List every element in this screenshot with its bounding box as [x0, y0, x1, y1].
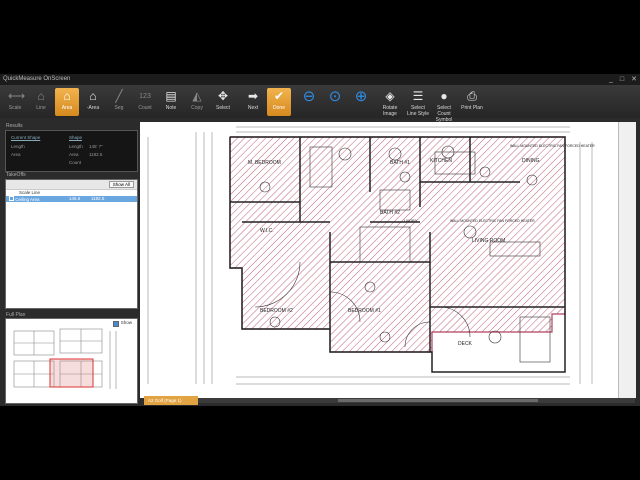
- show-all-button[interactable]: Show All: [108, 181, 134, 188]
- room-label: DECK: [458, 341, 473, 347]
- zoom-fit-icon: ⊙: [328, 88, 342, 105]
- plan-canvas[interactable]: M. BEDROOM W.I.C. BATH #1 BATH #2 KITCHE…: [140, 122, 635, 398]
- room-label: BATH #2: [380, 210, 400, 216]
- app-window: QuickMeasure OnScreen _ □ ✕ ⟷ Scale ⌂ Li…: [0, 74, 640, 406]
- length-value: 145' 7": [89, 144, 103, 149]
- room-label: DINING: [522, 158, 540, 164]
- tool-zoom-out[interactable]: ⊖: [297, 88, 321, 116]
- tool-select[interactable]: ✥ Select: [211, 88, 235, 116]
- line-style-icon: ☰: [412, 89, 424, 103]
- sheet-tab[interactable]: A2 Golf (Page 1): [144, 396, 198, 405]
- takeoffs-panel: Show All Scale Line Ceiling Area 145.6 1…: [5, 179, 138, 309]
- tool-copy[interactable]: ◭ Copy: [185, 88, 209, 116]
- room-label: BEDROOM #2: [260, 308, 293, 314]
- area-label-2: Area: [69, 152, 79, 157]
- tool-line-style[interactable]: ☰ Select Line Style: [406, 88, 430, 118]
- area-label: Area: [11, 152, 21, 157]
- maximize-button[interactable]: □: [620, 74, 624, 85]
- takeoffs-title: TakeOffs: [6, 172, 26, 178]
- title-bar: QuickMeasure OnScreen _ □ ✕: [0, 74, 640, 85]
- note-icon: ▤: [165, 89, 177, 103]
- plan-note: WALL MOUNTED ELECTRIC FAN FORCED HEATER: [450, 219, 535, 223]
- horizontal-scrollbar[interactable]: [198, 398, 635, 403]
- takeoffs-header: Show All: [6, 180, 137, 190]
- ceiling-area-polygon: [229, 136, 566, 353]
- results-panel: Current Shape Shape Length Length 145' 7…: [5, 130, 138, 172]
- results-title: Results: [6, 123, 23, 129]
- tool-note[interactable]: ▤ Note: [159, 88, 183, 116]
- full-plan-thumbnail: [13, 328, 117, 389]
- plan-note: WALL MOUNTED ELECTRIC FAN FORCED HEATER: [510, 144, 595, 148]
- current-shape-value: Shape: [69, 135, 83, 140]
- floor-plan-drawing[interactable]: M. BEDROOM W.I.C. BATH #1 BATH #2 KITCHE…: [140, 122, 635, 398]
- tool-next[interactable]: ➡ Next: [241, 88, 265, 116]
- line-icon: ⌂: [37, 89, 45, 103]
- tool-rotate-image[interactable]: ◈ Rotate Image: [378, 88, 402, 118]
- select-icon: ✥: [217, 89, 229, 103]
- tool-count[interactable]: 123 Count: [133, 88, 157, 116]
- room-label: KITCHEN: [430, 158, 452, 164]
- takeoff-row[interactable]: Ceiling Area 145.6 1182.5: [6, 196, 137, 202]
- minimize-button[interactable]: _: [609, 74, 613, 85]
- tool-line[interactable]: ⌂ Line: [29, 88, 53, 116]
- row-checkbox[interactable]: [9, 196, 14, 201]
- rotate-icon: ◈: [385, 89, 395, 103]
- room-label: LNDRY: [404, 218, 418, 223]
- count-label: Count: [69, 160, 82, 165]
- area-value: 1182.5: [89, 152, 103, 157]
- room-label: M. BEDROOM: [248, 160, 281, 166]
- tool-print-plan[interactable]: ⎙ Print Plan: [460, 88, 484, 116]
- tool-zoom-in[interactable]: ⊕: [349, 88, 373, 116]
- tool-seg[interactable]: ╱ Seg: [107, 88, 131, 116]
- length-label-2: Length: [69, 144, 83, 149]
- full-plan-panel[interactable]: Show: [5, 318, 138, 404]
- area-icon: ⌂: [63, 89, 71, 103]
- tool-minus-area[interactable]: ⌂ -Area: [81, 88, 105, 116]
- zoom-out-icon: ⊖: [302, 88, 316, 105]
- count-symbol-icon: ●: [440, 89, 448, 103]
- tool-area[interactable]: ⌂ Area: [55, 88, 79, 116]
- tool-count-symbol[interactable]: ● Select Count Symbol: [432, 88, 456, 124]
- room-label: BEDROOM #1: [348, 308, 381, 314]
- next-icon: ➡: [247, 89, 259, 103]
- room-label: BATH #1: [390, 160, 410, 166]
- done-icon: ✔: [273, 89, 285, 103]
- vertical-ruler: [618, 122, 636, 398]
- close-button[interactable]: ✕: [631, 74, 637, 85]
- scrollbar-thumb[interactable]: [338, 399, 538, 402]
- tool-zoom-fit[interactable]: ⊙: [323, 88, 347, 116]
- count-icon: 123: [139, 93, 151, 100]
- length-label: Length: [11, 144, 25, 149]
- print-icon: ⎙: [467, 89, 477, 103]
- scale-icon: ⟷: [8, 89, 26, 103]
- minus-area-icon: ⌂: [89, 89, 97, 103]
- tool-scale[interactable]: ⟷ Scale: [3, 88, 27, 116]
- copy-icon: ◭: [192, 89, 202, 103]
- tool-done[interactable]: ✔ Done: [267, 88, 291, 116]
- current-shape-label: Current Shape: [11, 135, 41, 140]
- zoom-in-icon: ⊕: [354, 88, 368, 105]
- room-label: LIVING ROOM: [472, 238, 505, 244]
- window-title: QuickMeasure OnScreen: [3, 76, 71, 82]
- room-label: W.I.C.: [260, 228, 274, 234]
- segment-icon: ╱: [115, 89, 123, 103]
- toolbar: ⟷ Scale ⌂ Line ⌂ Area ⌂ -Area ╱ Seg 123 …: [0, 85, 640, 124]
